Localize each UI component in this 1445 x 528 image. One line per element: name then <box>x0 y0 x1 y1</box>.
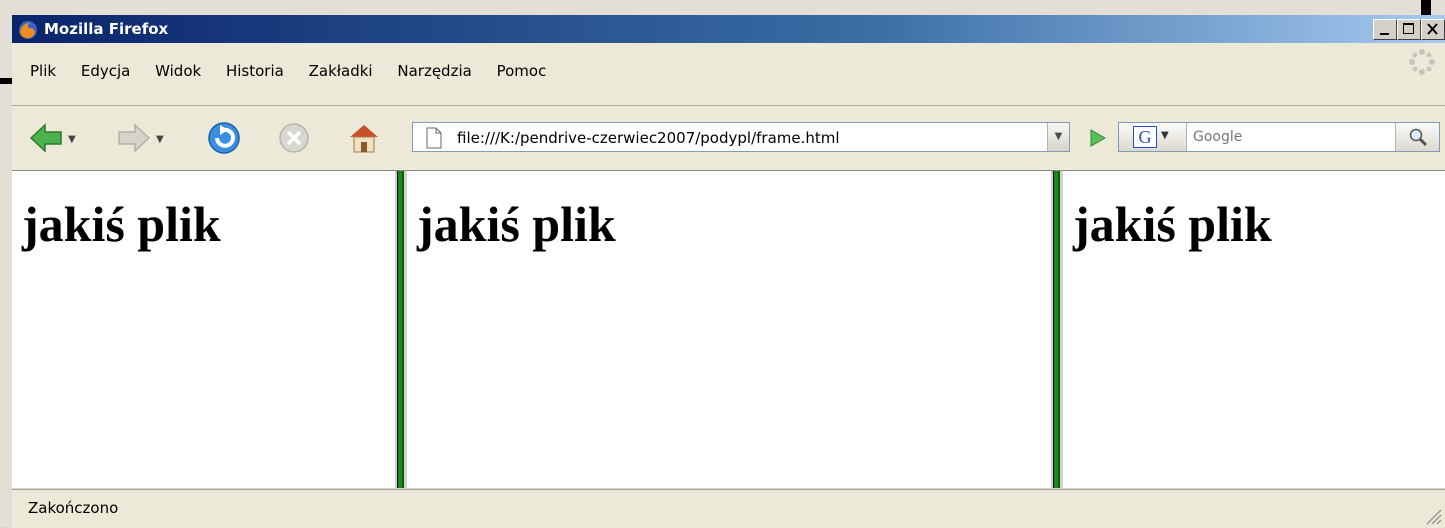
url-bar[interactable]: file:///K:/pendrive-czerwiec2007/podypl/… <box>412 122 1070 152</box>
menu-narzedzia[interactable]: Narzędzia <box>397 62 471 80</box>
search-engine-dropdown-icon: ▼ <box>1161 130 1169 141</box>
page-icon <box>426 127 442 149</box>
firefox-icon <box>19 21 37 39</box>
slide-marker <box>0 78 12 84</box>
frame-left-heading: jakiś plik <box>22 196 221 252</box>
url-history-dropdown[interactable]: ▼ <box>1047 123 1069 151</box>
back-dropdown-icon[interactable]: ▼ <box>68 134 76 145</box>
frame-left[interactable]: jakiś plik <box>12 171 395 488</box>
minimize-button[interactable] <box>1373 19 1397 40</box>
frame-right-heading: jakiś plik <box>1073 196 1272 252</box>
stop-icon[interactable] <box>276 120 312 156</box>
maximize-icon <box>1403 23 1414 34</box>
go-icon[interactable] <box>1084 128 1112 148</box>
frame-middle[interactable]: jakiś plik <box>407 171 1051 488</box>
forward-icon[interactable] <box>116 120 152 156</box>
window-titlebar[interactable]: Mozilla Firefox <box>12 15 1445 43</box>
frame-divider-right[interactable] <box>1051 171 1063 488</box>
desktop-background-top <box>0 0 1445 15</box>
menu-edycja[interactable]: Edycja <box>81 62 130 80</box>
google-icon: G <box>1133 126 1157 148</box>
frame-right[interactable]: jakiś plik <box>1063 171 1445 488</box>
maximize-button[interactable] <box>1397 19 1421 40</box>
menu-row: Plik Edycja Widok Historia Zakładki Narz… <box>30 62 566 80</box>
home-icon[interactable] <box>346 120 382 156</box>
search-bar[interactable]: G ▼ <box>1118 122 1440 152</box>
status-bar: Zakończono <box>12 489 1445 528</box>
window-title: Mozilla Firefox <box>44 20 169 38</box>
throbber-icon <box>1409 49 1435 75</box>
forward-dropdown-icon[interactable]: ▼ <box>156 134 164 145</box>
content-area: jakiś plik jakiś plik jakiś plik <box>12 171 1445 488</box>
search-engine-selector[interactable]: G ▼ <box>1119 123 1187 151</box>
menubar: Plik Edycja Widok Historia Zakładki Narz… <box>12 43 1445 106</box>
close-icon <box>1427 23 1438 35</box>
reload-icon[interactable] <box>206 120 242 156</box>
frame-divider-left[interactable] <box>395 171 407 488</box>
slide-marker-right <box>1421 0 1431 15</box>
search-icon <box>1409 128 1428 147</box>
search-input[interactable] <box>1191 128 1395 146</box>
menu-widok[interactable]: Widok <box>155 62 201 80</box>
resize-grip-icon[interactable] <box>1421 504 1443 526</box>
minimize-icon <box>1380 33 1389 35</box>
navigation-toolbar: ▼ ▼ file:///K:/pendrive-czerwiec2007/pod… <box>12 106 1445 171</box>
menu-plik[interactable]: Plik <box>30 62 56 80</box>
close-button[interactable] <box>1421 19 1445 40</box>
menu-pomoc[interactable]: Pomoc <box>497 62 547 80</box>
url-text[interactable]: file:///K:/pendrive-czerwiec2007/podypl/… <box>457 129 840 147</box>
back-icon[interactable] <box>28 120 64 156</box>
search-button[interactable] <box>1395 123 1439 151</box>
menu-zakladki[interactable]: Zakładki <box>309 62 373 80</box>
menu-historia[interactable]: Historia <box>226 62 284 80</box>
frame-middle-heading: jakiś plik <box>417 196 616 252</box>
status-text: Zakończono <box>28 499 119 517</box>
svg-text:G: G <box>1139 127 1152 147</box>
